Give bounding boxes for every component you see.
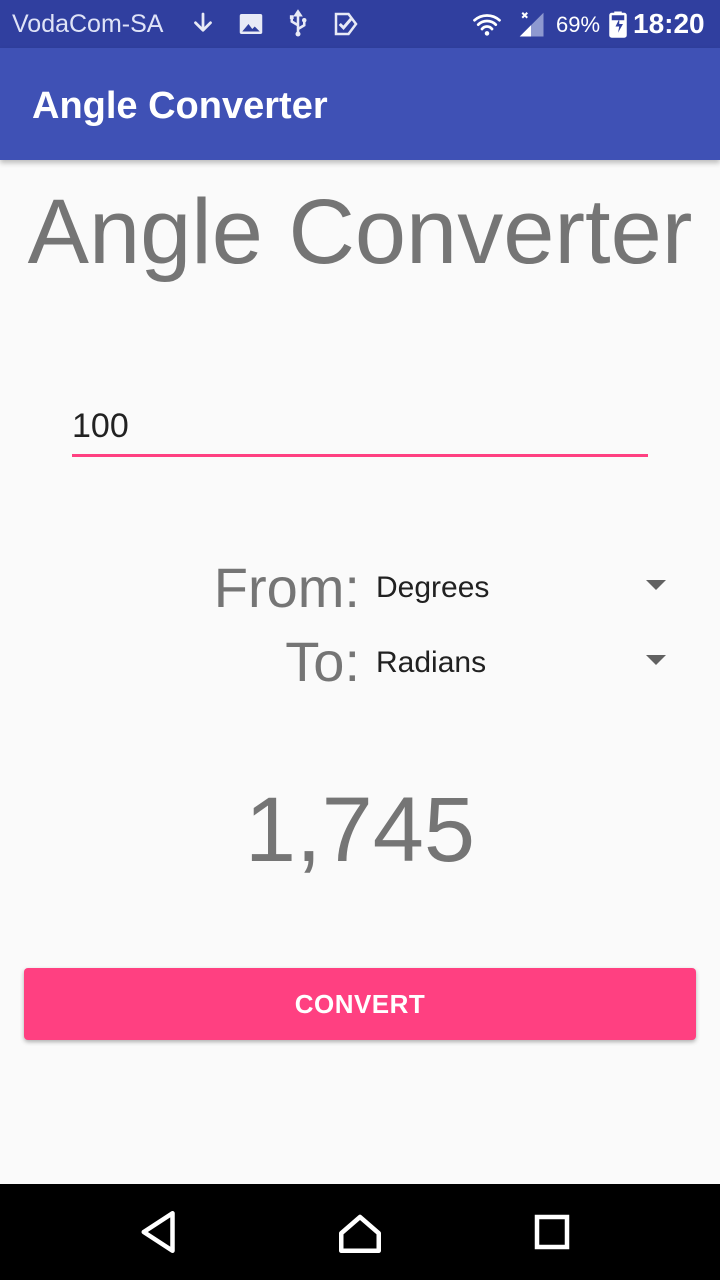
to-unit-value: Radians bbox=[376, 646, 487, 679]
battery-percentage: 69% bbox=[556, 12, 601, 37]
result-value: 1,745 bbox=[244, 779, 476, 881]
battery-icon bbox=[603, 9, 633, 39]
download-icon bbox=[188, 9, 218, 39]
checkbox-app-icon bbox=[331, 9, 361, 39]
to-label: To: bbox=[285, 630, 360, 693]
wifi-icon bbox=[472, 9, 502, 39]
clock: 18:20 bbox=[633, 8, 705, 39]
from-label: From: bbox=[213, 556, 360, 619]
recents-icon[interactable] bbox=[522, 1202, 582, 1262]
dropdown-arrow-icon bbox=[646, 655, 666, 665]
home-icon[interactable] bbox=[330, 1202, 390, 1262]
app-bar-title: Angle Converter bbox=[32, 85, 328, 127]
app-bar: Angle Converter bbox=[0, 48, 720, 160]
dropdown-arrow-icon bbox=[646, 580, 666, 590]
from-unit-dropdown[interactable]: Degrees bbox=[376, 560, 676, 616]
page-title: Angle Converter bbox=[27, 181, 693, 283]
back-icon[interactable] bbox=[130, 1202, 190, 1262]
convert-button[interactable]: CONVERT bbox=[24, 968, 696, 1040]
usb-icon bbox=[283, 9, 313, 39]
signal-icon bbox=[516, 9, 546, 39]
to-unit-dropdown[interactable]: Radians bbox=[376, 635, 676, 691]
status-bar: VodaCom-SA 69% 18:20 bbox=[0, 0, 720, 48]
navigation-bar bbox=[0, 1184, 720, 1280]
carrier-name: VodaCom-SA bbox=[12, 10, 164, 38]
image-icon bbox=[236, 9, 266, 39]
from-unit-value: Degrees bbox=[376, 571, 490, 604]
angle-input[interactable] bbox=[72, 398, 648, 457]
